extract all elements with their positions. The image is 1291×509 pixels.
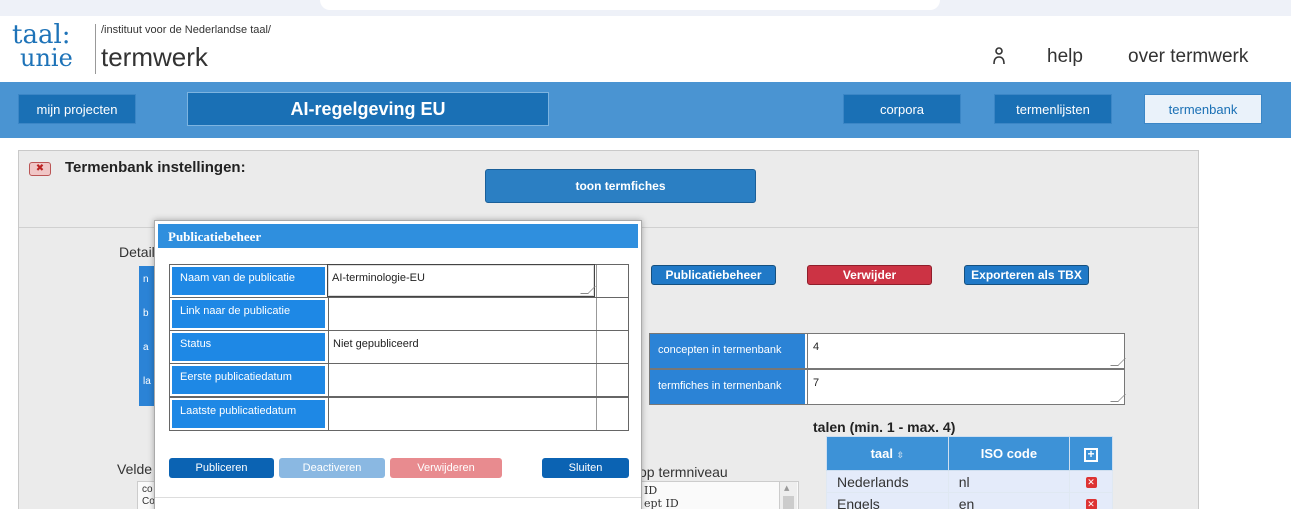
talen-title: talen (min. 1 - max. 4) bbox=[813, 419, 956, 435]
details-row-label: a bbox=[143, 342, 149, 353]
stat-row-concepts: concepten in termenbank 4 bbox=[649, 333, 1125, 369]
form-row-naam: Naam van de publicatie AI-terminologie-E… bbox=[169, 264, 629, 298]
publication-name-input[interactable]: AI-terminologie-EU bbox=[327, 264, 595, 297]
field-label: Eerste publicatiedatum bbox=[172, 366, 325, 394]
field-label: Link naar de publicatie bbox=[172, 300, 325, 328]
termniveau-label: op termniveau bbox=[639, 464, 728, 480]
list-item[interactable]: ID bbox=[644, 484, 794, 497]
details-row-label: b bbox=[143, 308, 149, 319]
row-extra-cell bbox=[596, 364, 628, 396]
form-row-status: Status Niet gepubliceerd bbox=[169, 330, 629, 364]
corpora-button[interactable]: corpora bbox=[843, 94, 961, 124]
form-row-link: Link naar de publicatie bbox=[169, 297, 629, 331]
field-label: Status bbox=[172, 333, 325, 361]
col-iso-header[interactable]: ISO code bbox=[947, 436, 1071, 471]
publication-link-field[interactable] bbox=[328, 298, 596, 330]
details-row-label: la bbox=[143, 376, 151, 387]
institute-tagline: /instituut voor de Nederlandse taal/ bbox=[101, 24, 271, 36]
stat-value[interactable]: 4 bbox=[807, 334, 1124, 368]
add-icon[interactable]: + bbox=[1084, 447, 1099, 462]
list-item[interactable]: ept ID bbox=[644, 497, 794, 509]
publicatiebeheer-dialog: Publicatiebeheer Naam van de publicatie … bbox=[154, 220, 642, 509]
person-icon[interactable] bbox=[992, 46, 1006, 72]
termniveau-list[interactable]: ID ept ID bbox=[639, 481, 799, 509]
dialog-divider bbox=[155, 497, 641, 498]
iso-cell: en bbox=[947, 492, 1071, 509]
dialog-title: Publicatiebeheer bbox=[158, 224, 638, 248]
verwijder-button[interactable]: Verwijder bbox=[807, 265, 932, 285]
deactiveren-button[interactable]: Deactiveren bbox=[279, 458, 385, 478]
add-language-button[interactable]: + bbox=[1069, 436, 1113, 471]
field-label: Laatste publicatiedatum bbox=[172, 400, 325, 428]
iso-cell: nl bbox=[947, 470, 1071, 493]
panel-header: ✖ Termenbank instellingen: toon termfich… bbox=[19, 151, 1198, 228]
toon-termfiches-button[interactable]: toon termfiches bbox=[485, 169, 756, 203]
delete-icon[interactable]: ✕ bbox=[1085, 498, 1097, 509]
about-link[interactable]: over termwerk bbox=[1128, 46, 1248, 68]
main-navbar: mijn projecten AI-regelgeving EU corpora… bbox=[0, 82, 1291, 138]
last-publication-date bbox=[328, 398, 596, 430]
row-extra-cell bbox=[596, 331, 628, 363]
first-publication-date bbox=[328, 364, 596, 396]
taal-cell: Nederlands bbox=[826, 470, 949, 493]
browser-tab-pill bbox=[320, 0, 940, 10]
talen-table: taal ⇳ ISO code + Nederlands nl ✕ Engels… bbox=[826, 436, 1113, 509]
publicatiebeheer-button[interactable]: Publicatiebeheer bbox=[651, 265, 776, 285]
close-icon[interactable]: ✖ bbox=[29, 162, 51, 176]
project-title: AI-regelgeving EU bbox=[187, 92, 549, 126]
stat-label: termfiches in termenbank bbox=[650, 370, 805, 404]
panel-title: Termenbank instellingen: bbox=[65, 159, 246, 176]
logo-divider bbox=[95, 24, 96, 74]
browser-top-strip bbox=[0, 0, 1291, 16]
details-label: Detail bbox=[119, 244, 155, 260]
delete-language-button[interactable]: ✕ bbox=[1069, 492, 1113, 509]
table-row: Engels en ✕ bbox=[826, 492, 1113, 509]
delete-icon[interactable]: ✕ bbox=[1085, 476, 1097, 488]
taal-cell: Engels bbox=[826, 492, 949, 509]
help-link[interactable]: help bbox=[1047, 46, 1083, 68]
sort-icon[interactable]: ⇳ bbox=[897, 450, 905, 460]
fields-label: Velde bbox=[117, 461, 153, 477]
row-extra-cell bbox=[596, 298, 628, 330]
stat-label: concepten in termenbank bbox=[650, 334, 805, 368]
logo-unie[interactable]: unie bbox=[20, 46, 73, 70]
stat-value[interactable]: 7 bbox=[807, 370, 1124, 404]
publiceren-button[interactable]: Publiceren bbox=[169, 458, 274, 478]
row-extra-cell bbox=[596, 398, 628, 430]
export-tbx-button[interactable]: Exporteren als TBX bbox=[964, 265, 1089, 285]
field-label: Naam van de publicatie bbox=[172, 267, 325, 295]
col-taal-label: taal bbox=[870, 446, 893, 461]
my-projects-button[interactable]: mijn projecten bbox=[18, 94, 136, 124]
delete-language-button[interactable]: ✕ bbox=[1069, 470, 1113, 493]
row-extra-cell bbox=[596, 265, 628, 297]
termenbank-button[interactable]: termenbank bbox=[1144, 94, 1262, 124]
scrollbar[interactable] bbox=[779, 482, 797, 509]
termenlijsten-button[interactable]: termenlijsten bbox=[994, 94, 1112, 124]
status-value: Niet gepubliceerd bbox=[328, 331, 596, 363]
verwijderen-button[interactable]: Verwijderen bbox=[390, 458, 502, 478]
table-row: Nederlands nl ✕ bbox=[826, 470, 1113, 493]
form-row-eerste: Eerste publicatiedatum bbox=[169, 363, 629, 397]
app-name[interactable]: termwerk bbox=[101, 42, 208, 73]
app-header: taal: unie /instituut voor de Nederlands… bbox=[0, 16, 1291, 82]
form-row-laatste: Laatste publicatiedatum bbox=[169, 397, 629, 431]
sluiten-button[interactable]: Sluiten bbox=[542, 458, 629, 478]
details-row-label: n bbox=[143, 274, 149, 285]
col-taal-header[interactable]: taal ⇳ bbox=[826, 436, 949, 471]
stat-row-termfiches: termfiches in termenbank 7 bbox=[649, 369, 1125, 405]
